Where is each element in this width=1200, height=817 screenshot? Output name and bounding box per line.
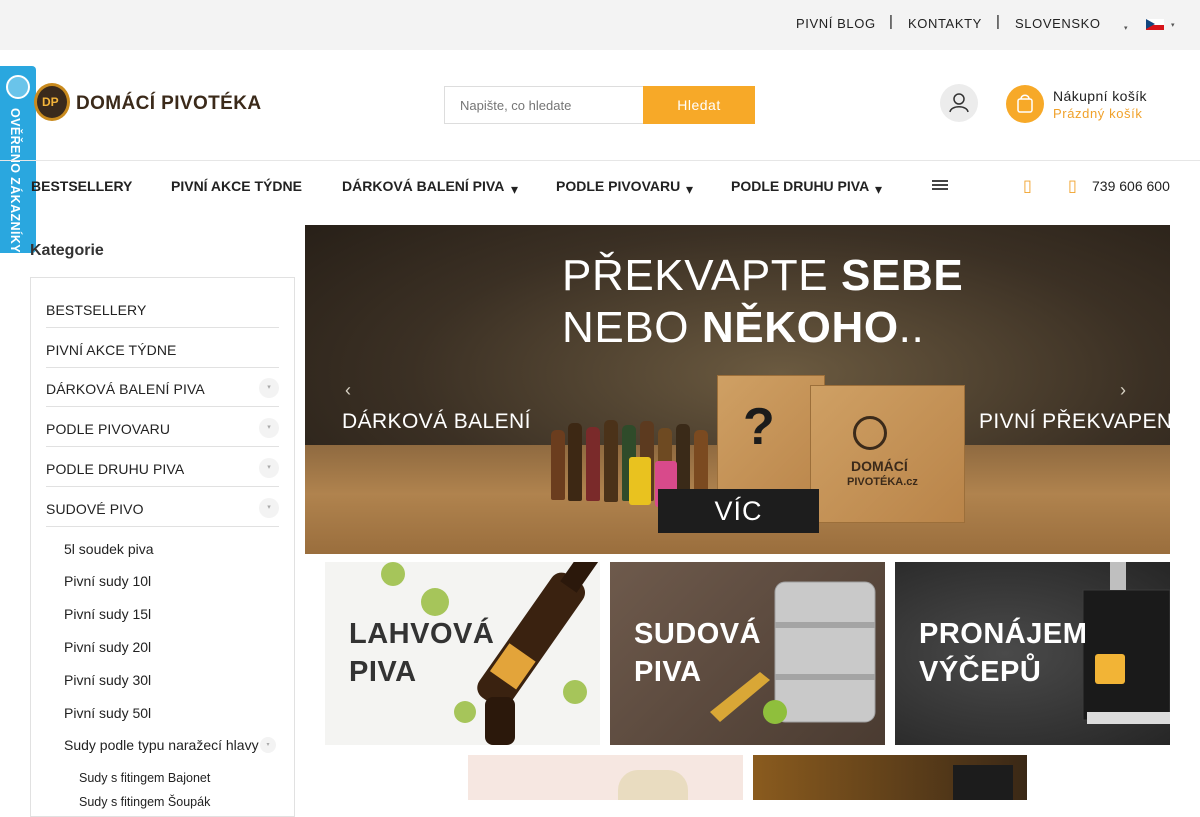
sidebar-subitem[interactable]: Pivní sudy 15l — [64, 606, 151, 622]
chevron-down-icon: ▾ — [875, 181, 883, 197]
tile-keg-beer[interactable]: SUDOVÁ PIVA — [610, 562, 885, 745]
tile-subtitle: PIVA — [349, 656, 417, 688]
sidebar-item-podle-druhu[interactable]: PODLE DRUHU PIVA ▾ — [46, 447, 279, 487]
tile-bottled-beer[interactable]: LAHVOVÁ PIVA — [325, 562, 600, 745]
nav-item-pivni-akce[interactable]: PIVNÍ AKCE TÝDNE — [171, 178, 302, 194]
beer-mug-logo-icon: DP — [34, 83, 70, 121]
sidebar-item-sudove-pivo[interactable]: SUDOVÉ PIVO ▾ — [46, 487, 279, 527]
expand-icon[interactable]: ▾ — [260, 737, 276, 753]
hamburger-menu-icon[interactable] — [932, 180, 948, 190]
nav-item-podle-pivovaru[interactable]: PODLE PIVOVARU — [556, 178, 680, 194]
chevron-down-icon[interactable]: ▾ — [1124, 24, 1128, 32]
sidebar-title: Kategorie — [30, 242, 104, 259]
top-bar: PIVNÍ BLOG | KONTAKTY | SLOVENSKO ▾ ▾ — [0, 0, 1200, 50]
category-sidebar: BESTSELLERY PIVNÍ AKCE TÝDNE DÁRKOVÁ BAL… — [30, 277, 295, 817]
banner-next-arrow-icon[interactable]: › — [1120, 380, 1126, 401]
phone-icon[interactable]: ▯ — [1068, 176, 1077, 196]
separator: | — [996, 13, 1000, 30]
box-print: DOMÁCÍ — [851, 458, 908, 474]
beer-bottle — [586, 427, 600, 501]
nav-link-pivni-blog[interactable]: PIVNÍ BLOG — [796, 16, 876, 31]
nav-link-kontakty[interactable]: KONTAKTY — [908, 16, 982, 31]
tap-image — [953, 765, 1013, 800]
tile-cans-partial[interactable] — [468, 755, 743, 800]
beer-bottle — [568, 423, 582, 501]
beer-can — [629, 457, 651, 505]
tile-subtitle: PIVA — [634, 656, 702, 688]
expand-icon[interactable]: ▾ — [259, 498, 279, 518]
divider — [0, 160, 1200, 161]
shopping-bag-icon — [1017, 94, 1033, 113]
sidebar-subitem[interactable]: 5l soudek piva — [64, 541, 154, 557]
chevron-down-icon: ▾ — [511, 181, 519, 197]
keg-illustration — [710, 581, 876, 724]
tile-title: LAHVOVÁ — [349, 618, 495, 650]
logo-stamp-icon — [853, 416, 887, 450]
user-icon — [949, 93, 969, 113]
nav-item-podle-druhu[interactable]: PODLE DRUHU PIVA — [731, 178, 869, 194]
sidebar-subitem[interactable]: Pivní sudy 10l — [64, 573, 151, 589]
tile-tap-partial[interactable] — [753, 755, 1027, 800]
gift-box-image: DOMÁCÍ PIVOTÉKA.cz — [810, 385, 965, 523]
sidebar-subitem[interactable]: Pivní sudy 50l — [64, 705, 151, 721]
nav-link-slovensko[interactable]: SLOVENSKO — [1015, 16, 1101, 31]
sidebar-item-podle-pivovaru[interactable]: PODLE PIVOVARU ▾ — [46, 407, 279, 447]
tile-title: PRONÁJEM — [919, 618, 1088, 650]
banner-more-button[interactable]: VÍC — [658, 489, 819, 533]
tile-title: SUDOVÁ — [634, 618, 762, 650]
banner-left-label: DÁRKOVÁ BALENÍ — [342, 410, 531, 433]
sidebar-subsubitem[interactable]: Sudy s fitingem Bajonet — [79, 771, 210, 785]
czech-flag-icon[interactable] — [1146, 19, 1164, 30]
beer-bottle — [551, 430, 565, 500]
expand-icon[interactable]: ▾ — [259, 378, 279, 398]
sidebar-subitem-fitting-types[interactable]: Sudy podle typu naražecí hlavy ▾ — [64, 737, 276, 753]
separator: | — [889, 13, 893, 30]
sidebar-subsubitem[interactable]: Sudy s fitingem Šoupák — [79, 795, 210, 809]
sidebar-item-bestsellery[interactable]: BESTSELLERY — [46, 288, 279, 328]
sidebar-item-darkova-baleni[interactable]: DÁRKOVÁ BALENÍ PIVA ▾ — [46, 367, 279, 407]
beer-bottle — [604, 420, 618, 502]
banner-right-label: PIVNÍ PŘEKVAPENÍ — [979, 410, 1170, 433]
cart-status: Prázdný košík — [1053, 106, 1143, 121]
tile-subtitle: VÝČEPŮ — [919, 656, 1042, 688]
box-print: PIVOTÉKA.cz — [847, 476, 918, 488]
cart-title[interactable]: Nákupní košík — [1053, 88, 1147, 104]
sidebar-item-pivni-akce[interactable]: PIVNÍ AKCE TÝDNE — [46, 328, 279, 368]
site-logo[interactable]: DP DOMÁCÍ PIVOTÉKA — [34, 83, 264, 123]
email-icon[interactable]: ▯ — [1023, 176, 1032, 196]
user-account-button[interactable] — [940, 84, 978, 122]
nav-item-darkova-baleni[interactable]: DÁRKOVÁ BALENÍ PIVA — [342, 178, 504, 194]
tap-illustration — [1082, 562, 1170, 724]
heureka-seal-icon — [6, 75, 30, 99]
phone-number[interactable]: 739 606 600 — [1092, 178, 1170, 194]
cart-button[interactable] — [1006, 85, 1044, 123]
chevron-down-icon: ▾ — [686, 181, 694, 197]
question-mark-icon: ? — [743, 398, 775, 456]
can-image — [618, 770, 688, 800]
badge-text: OVĚŘENO ZÁKAZNÍKY — [8, 108, 22, 254]
hero-banner[interactable]: PŘEKVAPTE SEBE NEBO NĚKOHO.. ‹ › DÁRKOVÁ… — [305, 225, 1170, 554]
tile-tap-rental[interactable]: PRONÁJEM VÝČEPŮ — [895, 562, 1170, 745]
search-input[interactable] — [444, 86, 644, 124]
banner-headline-line1: PŘEKVAPTE SEBE — [562, 251, 964, 300]
expand-icon[interactable]: ▾ — [259, 418, 279, 438]
bottle-illustration — [381, 562, 600, 745]
chevron-down-icon[interactable]: ▾ — [1171, 21, 1175, 29]
logo-text: DOMÁCÍ PIVOTÉKA — [76, 93, 262, 114]
expand-icon[interactable]: ▾ — [259, 458, 279, 478]
sidebar-subitem[interactable]: Pivní sudy 20l — [64, 639, 151, 655]
banner-headline-line2: NEBO NĚKOHO.. — [562, 303, 925, 352]
nav-item-bestsellery[interactable]: BESTSELLERY — [31, 178, 132, 194]
search-button[interactable]: Hledat — [643, 86, 755, 124]
banner-prev-arrow-icon[interactable]: ‹ — [345, 380, 351, 401]
sidebar-subitem[interactable]: Pivní sudy 30l — [64, 672, 151, 688]
